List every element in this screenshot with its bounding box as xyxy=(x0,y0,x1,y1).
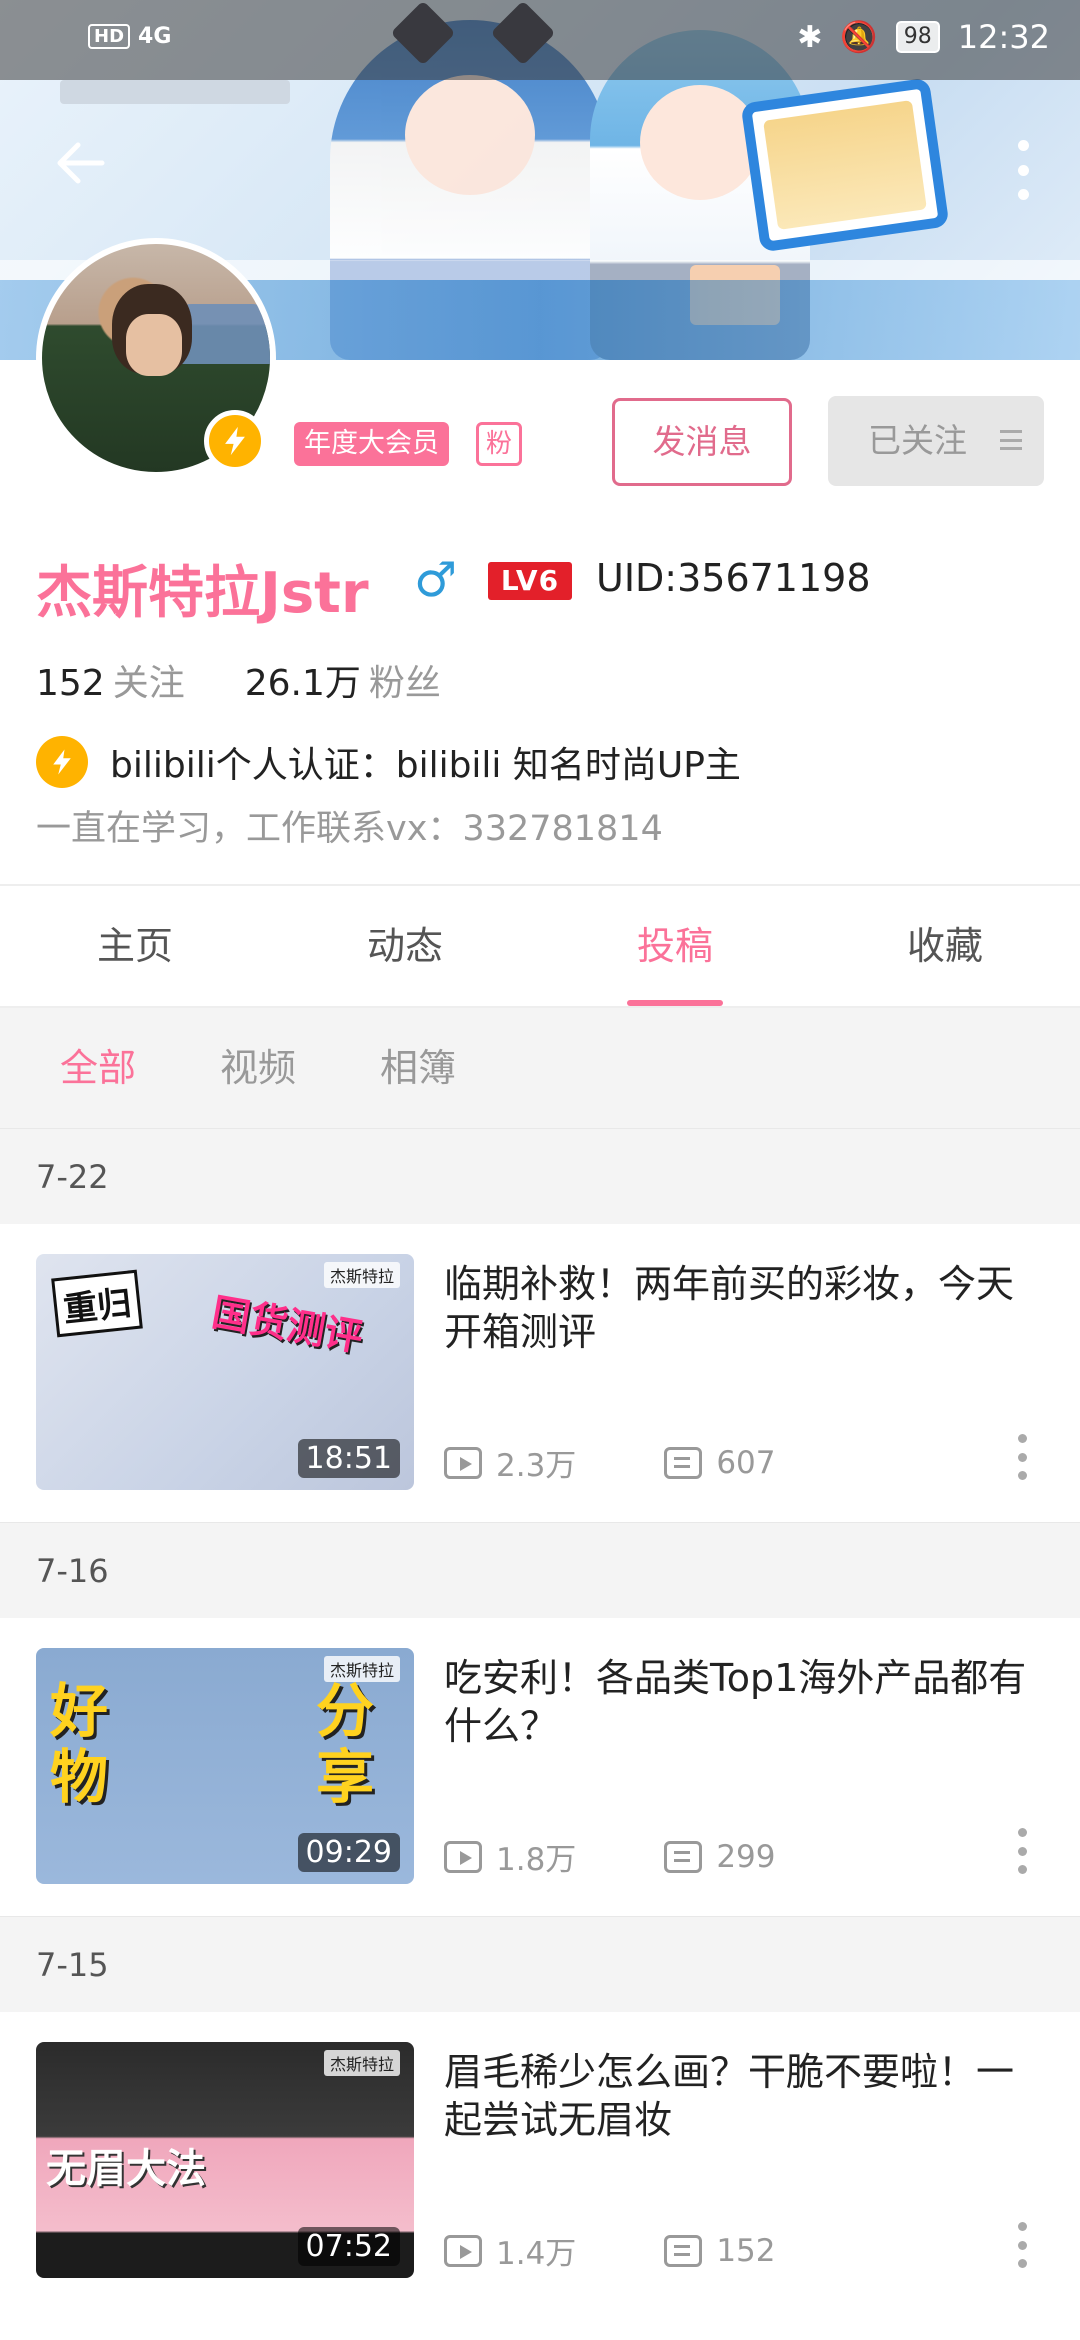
view-count: 1.4万 xyxy=(496,2236,577,2272)
video-duration: 07:52 xyxy=(297,2227,400,2266)
banner-shelf xyxy=(60,80,290,104)
thumb-caption: 分享 xyxy=(316,1677,375,1811)
follow-button[interactable]: 已关注 xyxy=(828,396,1044,486)
uid-text: UID:35671198 xyxy=(596,556,871,600)
fan-badge[interactable]: 粉 xyxy=(476,422,522,466)
video-thumbnail[interactable]: 无眉大法 杰斯特拉 07:52 xyxy=(36,2042,414,2278)
following-label: 关注 xyxy=(112,663,185,704)
video-stats: 1.4万 152 xyxy=(444,2228,796,2273)
tab-favorites[interactable]: 收藏 xyxy=(810,886,1080,1006)
hd-indicator: HD xyxy=(88,24,131,49)
thumb-logo: 杰斯特拉 xyxy=(323,1262,400,1288)
thumb-logo: 杰斯特拉 xyxy=(323,2050,400,2076)
verified-bolt-icon xyxy=(204,410,266,472)
video-list: 7-22 重归 国货测评 杰斯特拉 18:51 临期补救！两年前买的彩妆，今天开… xyxy=(0,1128,1080,2310)
comment-icon xyxy=(664,1446,703,1479)
male-gender-icon: ♂ xyxy=(414,552,458,608)
send-message-button[interactable]: 发消息 xyxy=(612,398,792,486)
certification-text: bilibili个人认证：bilibili 知名时尚UP主 xyxy=(110,745,741,786)
fans-count: 26.1万 xyxy=(244,663,361,704)
certification-bolt-icon xyxy=(36,736,88,788)
comment-icon xyxy=(664,1840,703,1873)
video-stats: 1.8万 299 xyxy=(444,1834,796,1879)
video-duration: 18:51 xyxy=(297,1439,400,1478)
signal-icon: 4G xyxy=(138,24,172,49)
profile-tabs: 主页 动态 投稿 收藏 xyxy=(0,884,1080,1008)
comment-count: 607 xyxy=(716,1444,776,1481)
date-header: 7-22 xyxy=(0,1128,1080,1224)
mute-icon: 🔕 xyxy=(840,19,878,55)
back-arrow-icon[interactable] xyxy=(52,135,112,195)
following-count: 152 xyxy=(36,663,105,704)
follow-button-label: 已关注 xyxy=(868,421,967,460)
bluetooth-icon: ✱ xyxy=(797,19,823,55)
signature: 一直在学习，工作联系vx：332781814 xyxy=(36,809,663,849)
status-bar: HD 4G ✱ 🔕 98 12:32 xyxy=(0,0,1080,80)
tab-uploads[interactable]: 投稿 xyxy=(540,886,810,1006)
video-title[interactable]: 眉毛稀少怎么画？干脆不要啦！一起尝试无眉妆 xyxy=(444,2048,1044,2144)
video-title[interactable]: 吃安利！各品类Top1海外产品都有什么？ xyxy=(444,1654,1044,1750)
comment-count: 299 xyxy=(716,1838,776,1875)
date-header: 7-15 xyxy=(0,1916,1080,2012)
upload-filter: 全部 视频 相簿 xyxy=(0,1008,1080,1128)
thumb-logo: 杰斯特拉 xyxy=(323,1656,400,1682)
username: 杰斯特拉Jstr xyxy=(36,561,369,626)
video-more-icon[interactable] xyxy=(1016,1828,1028,1874)
subtab-all[interactable]: 全部 xyxy=(60,1008,136,1128)
subtab-videos[interactable]: 视频 xyxy=(220,1008,296,1128)
more-options-icon[interactable] xyxy=(1008,140,1038,200)
view-count: 1.8万 xyxy=(496,1842,577,1878)
video-item[interactable]: 好物 分享 杰斯特拉 09:29 吃安利！各品类Top1海外产品都有什么？ 1.… xyxy=(0,1618,1080,1916)
comment-icon xyxy=(664,2234,703,2267)
banner-monitor xyxy=(740,77,950,253)
comment-count: 152 xyxy=(716,2232,776,2269)
video-item[interactable]: 无眉大法 杰斯特拉 07:52 眉毛稀少怎么画？干脆不要啦！一起尝试无眉妆 1.… xyxy=(0,2012,1080,2310)
thumb-caption: 好物 xyxy=(50,1677,109,1811)
tab-dynamics[interactable]: 动态 xyxy=(270,886,540,1006)
video-more-icon[interactable] xyxy=(1016,1434,1028,1480)
date-header: 7-16 xyxy=(0,1522,1080,1618)
clock: 12:32 xyxy=(957,18,1050,56)
thumb-caption: 无眉大法 xyxy=(46,2146,206,2192)
follow-stats: 152 关注 26.1万 粉丝 xyxy=(36,654,441,706)
thumb-caption: 重归 xyxy=(51,1269,143,1338)
play-count-icon xyxy=(444,1446,482,1479)
fans-label: 粉丝 xyxy=(368,663,441,704)
subtab-albums[interactable]: 相簿 xyxy=(380,1008,456,1128)
view-count: 2.3万 xyxy=(496,1448,577,1484)
play-count-icon xyxy=(444,1840,482,1873)
thumb-caption: 国货测评 xyxy=(208,1290,367,1360)
fans-stat[interactable]: 26.1万 粉丝 xyxy=(245,654,441,706)
certification: bilibili个人认证：bilibili 知名时尚UP主 xyxy=(36,736,741,788)
vip-badge[interactable]: 年度大会员 xyxy=(294,422,449,466)
video-item[interactable]: 重归 国货测评 杰斯特拉 18:51 临期补救！两年前买的彩妆，今天开箱测评 2… xyxy=(0,1224,1080,1522)
video-more-icon[interactable] xyxy=(1016,2222,1028,2268)
menu-icon xyxy=(1000,430,1022,450)
video-title[interactable]: 临期补救！两年前买的彩妆，今天开箱测评 xyxy=(444,1260,1044,1356)
play-count-icon xyxy=(444,2234,482,2267)
tab-home[interactable]: 主页 xyxy=(0,886,270,1006)
video-thumbnail[interactable]: 好物 分享 杰斯特拉 09:29 xyxy=(36,1648,414,1884)
level-badge: LV6 xyxy=(488,562,572,600)
following-stat[interactable]: 152 关注 xyxy=(36,654,185,706)
video-duration: 09:29 xyxy=(297,1833,400,1872)
video-thumbnail[interactable]: 重归 国货测评 杰斯特拉 18:51 xyxy=(36,1254,414,1490)
video-stats: 2.3万 607 xyxy=(444,1440,796,1485)
battery-icon: 98 xyxy=(895,21,940,53)
